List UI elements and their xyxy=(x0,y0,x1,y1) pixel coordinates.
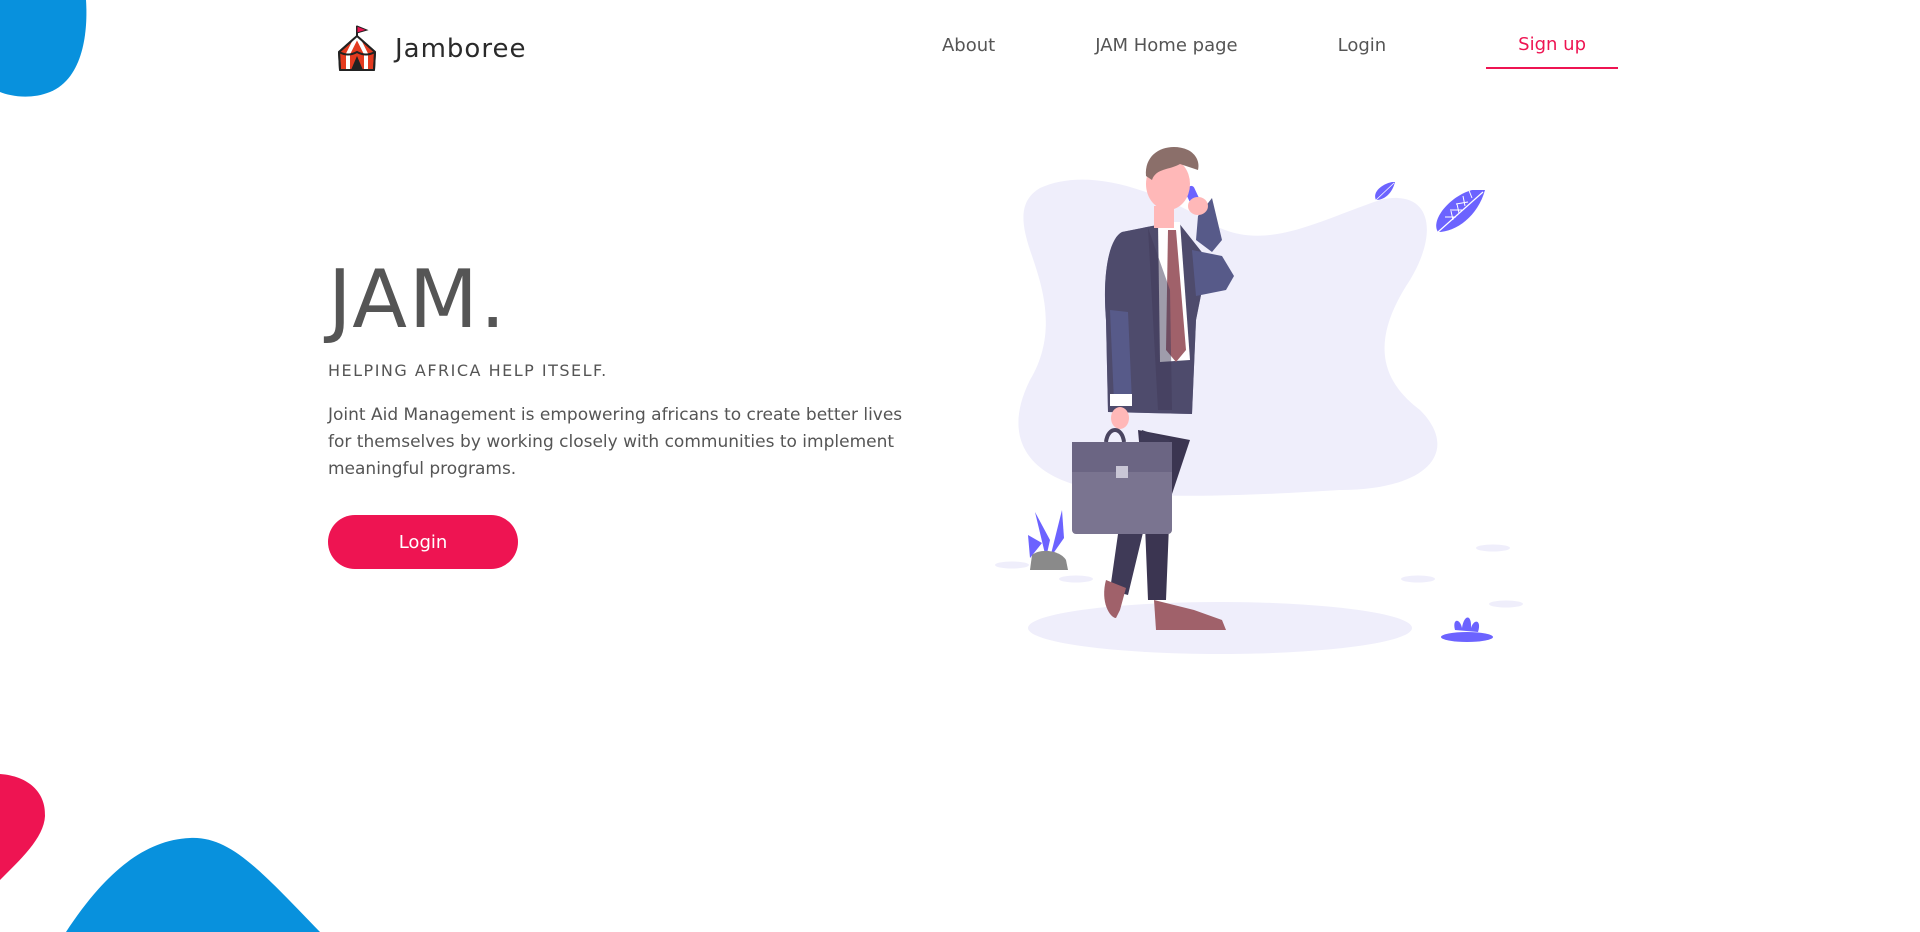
bottom-left-red-blob xyxy=(0,774,46,880)
site-header: Jamboree About JAM Home page Login Sign … xyxy=(336,20,1618,76)
leaf-large-icon xyxy=(1436,187,1485,233)
hero-section: JAM. HELPING AFRICA HELP ITSELF. Joint A… xyxy=(328,255,948,569)
hero-title: JAM. xyxy=(328,253,508,346)
brand-home-link[interactable]: Jamboree xyxy=(336,24,526,74)
businessman-illustration xyxy=(995,147,1523,654)
brand-name: Jamboree xyxy=(395,34,527,64)
bottom-left-blue-blob xyxy=(66,837,320,932)
nav-link-login[interactable]: Login xyxy=(1338,29,1387,68)
splash-plant-icon xyxy=(1441,617,1493,642)
nav-link-sign-up[interactable]: Sign up xyxy=(1486,28,1618,69)
nav-link-about[interactable]: About xyxy=(942,29,995,68)
leaf-small-icon xyxy=(1375,182,1395,201)
circus-tent-icon xyxy=(338,25,376,71)
landing-page: Jamboree About JAM Home page Login Sign … xyxy=(0,0,1920,932)
top-left-blue-blob xyxy=(0,0,87,97)
hero-tagline: HELPING AFRICA HELP ITSELF. xyxy=(328,361,608,380)
login-button[interactable]: Login xyxy=(328,515,518,569)
hero-description: Joint Aid Management is empowering afric… xyxy=(328,405,903,479)
nav-link-jam-home-page[interactable]: JAM Home page xyxy=(1095,29,1237,68)
plant-rock-icon xyxy=(1028,510,1068,570)
main-nav: About JAM Home page Login Sign up xyxy=(942,28,1618,69)
